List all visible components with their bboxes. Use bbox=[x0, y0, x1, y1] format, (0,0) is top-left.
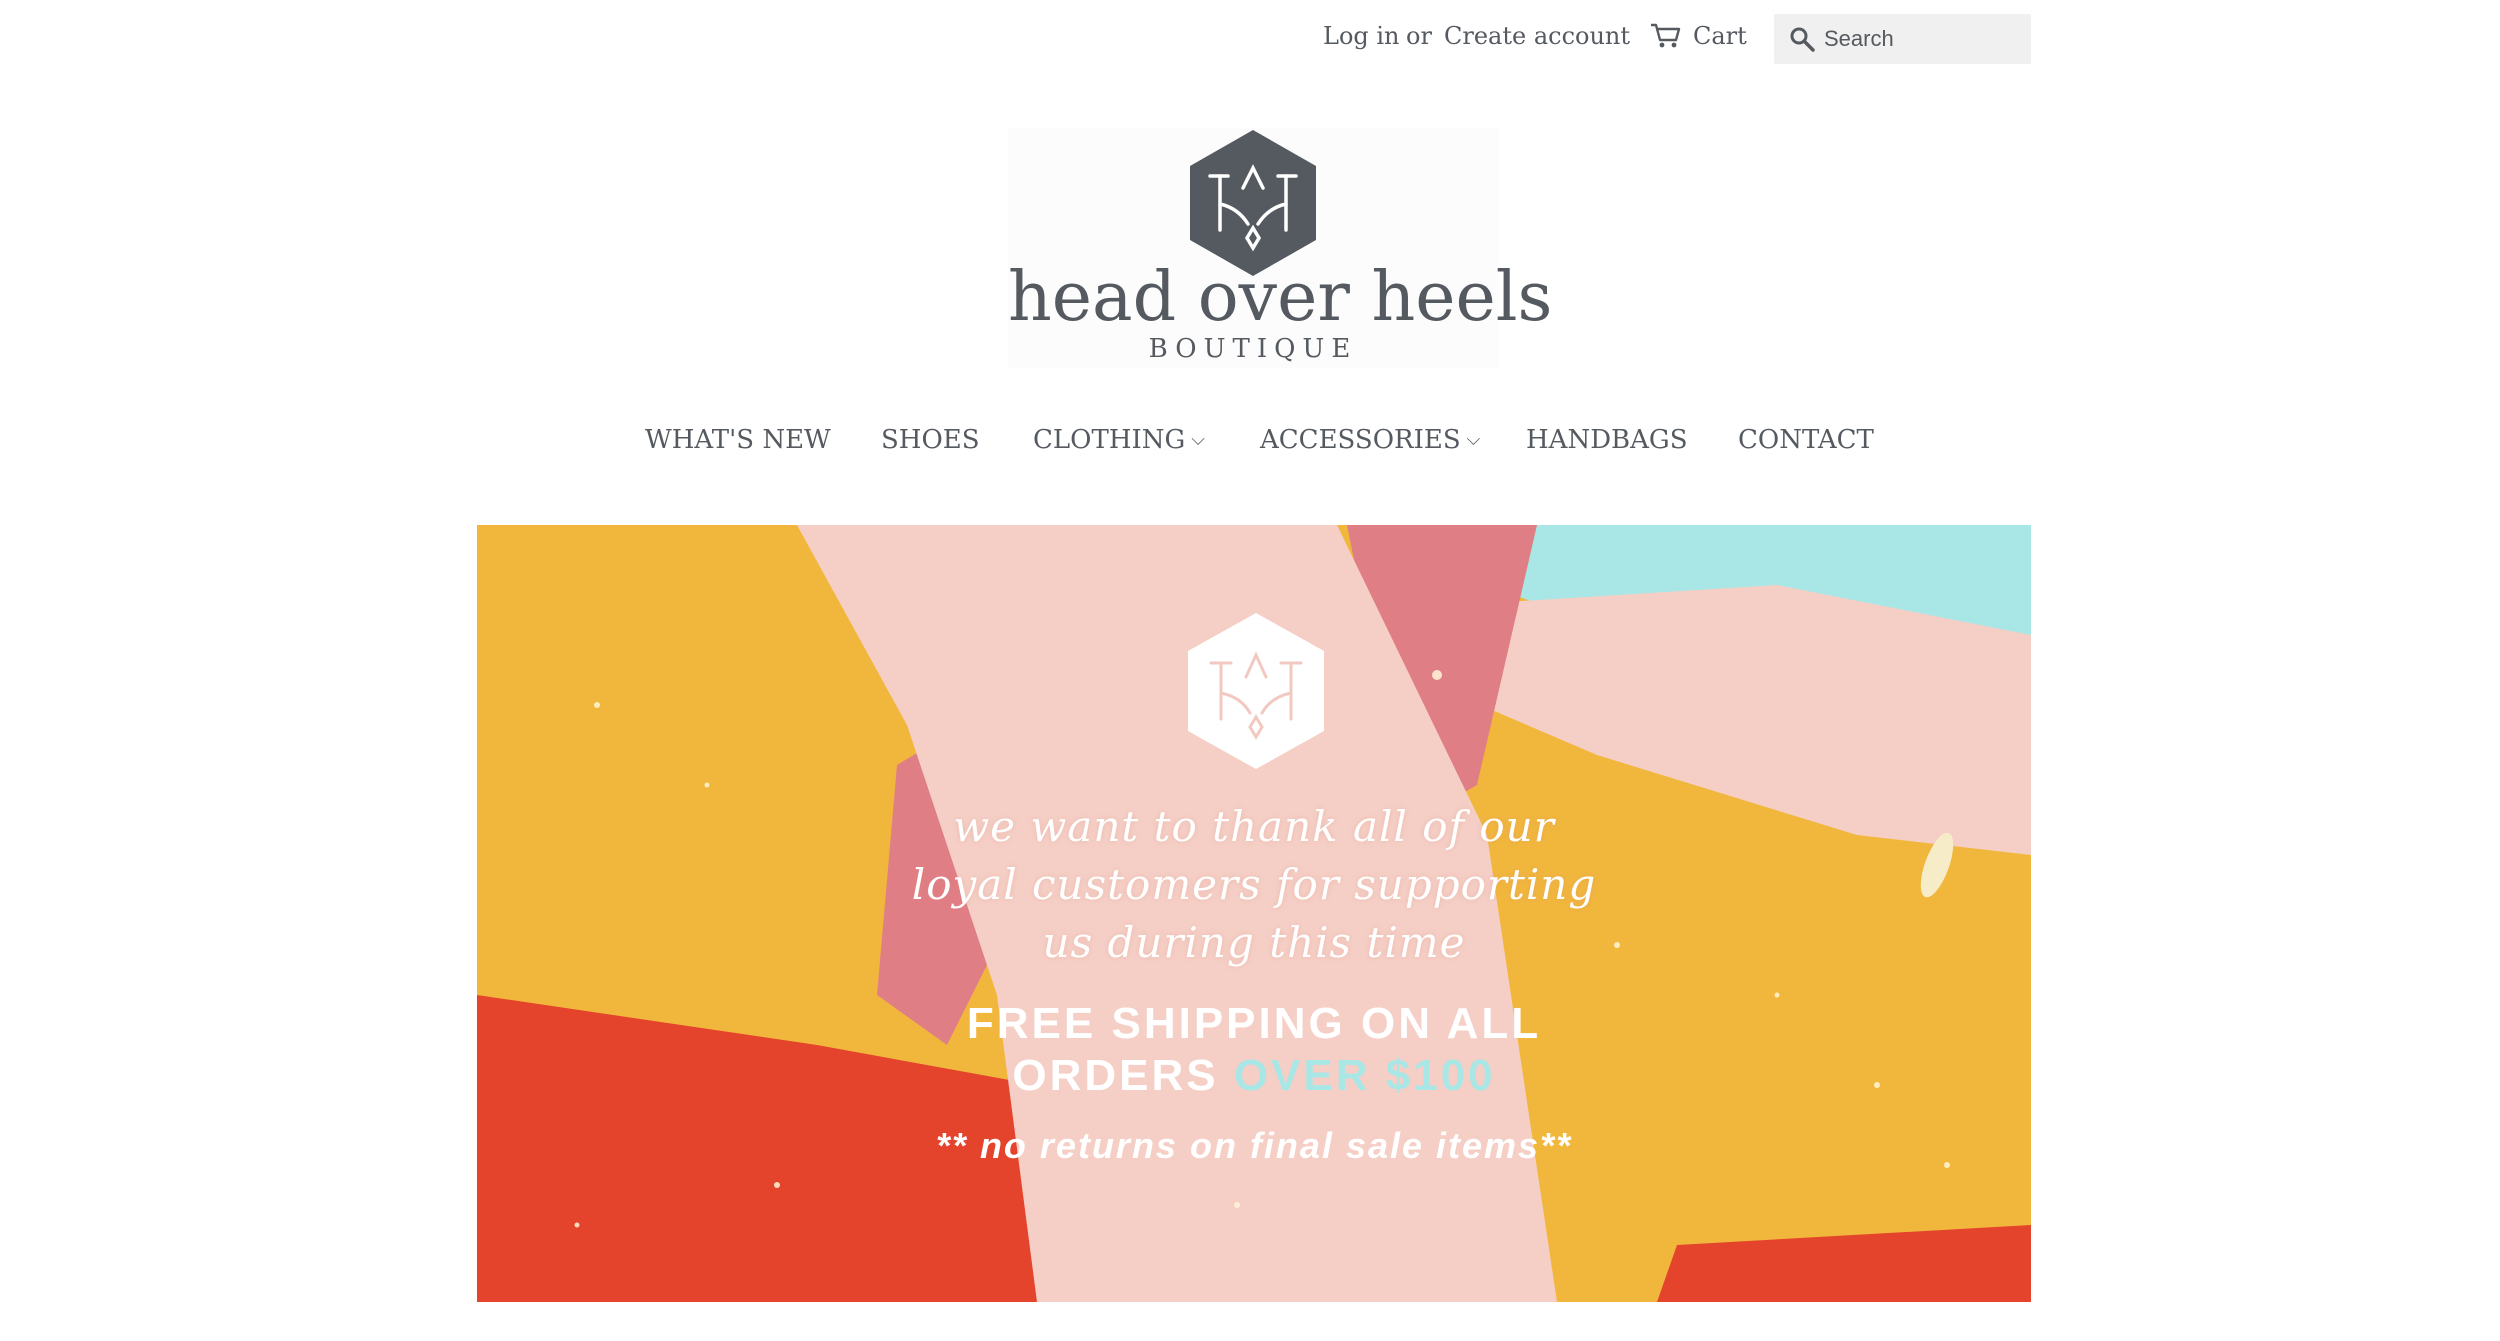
store-subtitle: BOUTIQUE bbox=[1148, 334, 1358, 364]
final-sale-note: ** no returns on final sale items** bbox=[935, 1125, 1573, 1166]
banner-script-line: we want to thank all of our bbox=[953, 802, 1555, 851]
search-icon[interactable] bbox=[1788, 25, 1816, 53]
cart-icon[interactable] bbox=[1650, 22, 1682, 50]
nav-item-label: ACCESSORIES bbox=[1260, 425, 1461, 455]
nav-item-label: WHAT'S NEW bbox=[645, 425, 831, 455]
nav-item-accessories[interactable]: ACCESSORIES ⌵ bbox=[1260, 425, 1480, 455]
promo-accent-text: OVER $100 bbox=[1233, 1051, 1496, 1100]
search-box[interactable] bbox=[1774, 14, 2031, 64]
banner-script-line: loyal customers for supporting bbox=[911, 860, 1597, 909]
chevron-down-icon: ⌵ bbox=[1191, 429, 1205, 450]
store-name: head over heels bbox=[1008, 258, 1553, 337]
nav-item-label: SHOES bbox=[881, 425, 980, 455]
nav-item-whats-new[interactable]: WHAT'S NEW bbox=[645, 425, 831, 455]
nav-item-label: HANDBAGS bbox=[1526, 425, 1688, 455]
nav-item-handbags[interactable]: HANDBAGS bbox=[1526, 425, 1688, 455]
chevron-down-icon: ⌵ bbox=[1466, 429, 1481, 450]
login-link[interactable]: Log in bbox=[1323, 22, 1400, 50]
main-nav: WHAT'S NEW SHOES CLOTHING ⌵ ACCESSORIES ⌵ … bbox=[0, 425, 2500, 465]
banner-script-line: us during this time bbox=[1042, 918, 1466, 967]
hexagon-monogram-icon bbox=[1190, 130, 1316, 276]
promo-text: ORDERS bbox=[1012, 1051, 1234, 1100]
nav-item-contact[interactable]: CONTACT bbox=[1738, 425, 1874, 455]
store-logo[interactable]: head over heels BOUTIQUE bbox=[1008, 128, 1553, 368]
hexagon-monogram-icon bbox=[1188, 613, 1324, 769]
promo-line: FREE SHIPPING ON ALL bbox=[966, 999, 1542, 1048]
hero-banner[interactable]: we want to thank all of our loyal custom… bbox=[477, 525, 2031, 1302]
top-bar: Log in or Create account Cart bbox=[0, 14, 2500, 64]
nav-item-label: CLOTHING bbox=[1033, 425, 1186, 455]
create-account-link[interactable]: Create account bbox=[1444, 22, 1630, 50]
nav-item-clothing[interactable]: CLOTHING ⌵ bbox=[1033, 425, 1205, 455]
nav-item-shoes[interactable]: SHOES bbox=[881, 425, 980, 455]
search-input[interactable] bbox=[1824, 19, 2019, 59]
nav-item-label: CONTACT bbox=[1738, 425, 1874, 455]
or-separator: or bbox=[1406, 22, 1432, 50]
promo-line: ORDERS OVER $100 bbox=[477, 1051, 2031, 1101]
cart-link[interactable]: Cart bbox=[1693, 22, 1747, 50]
